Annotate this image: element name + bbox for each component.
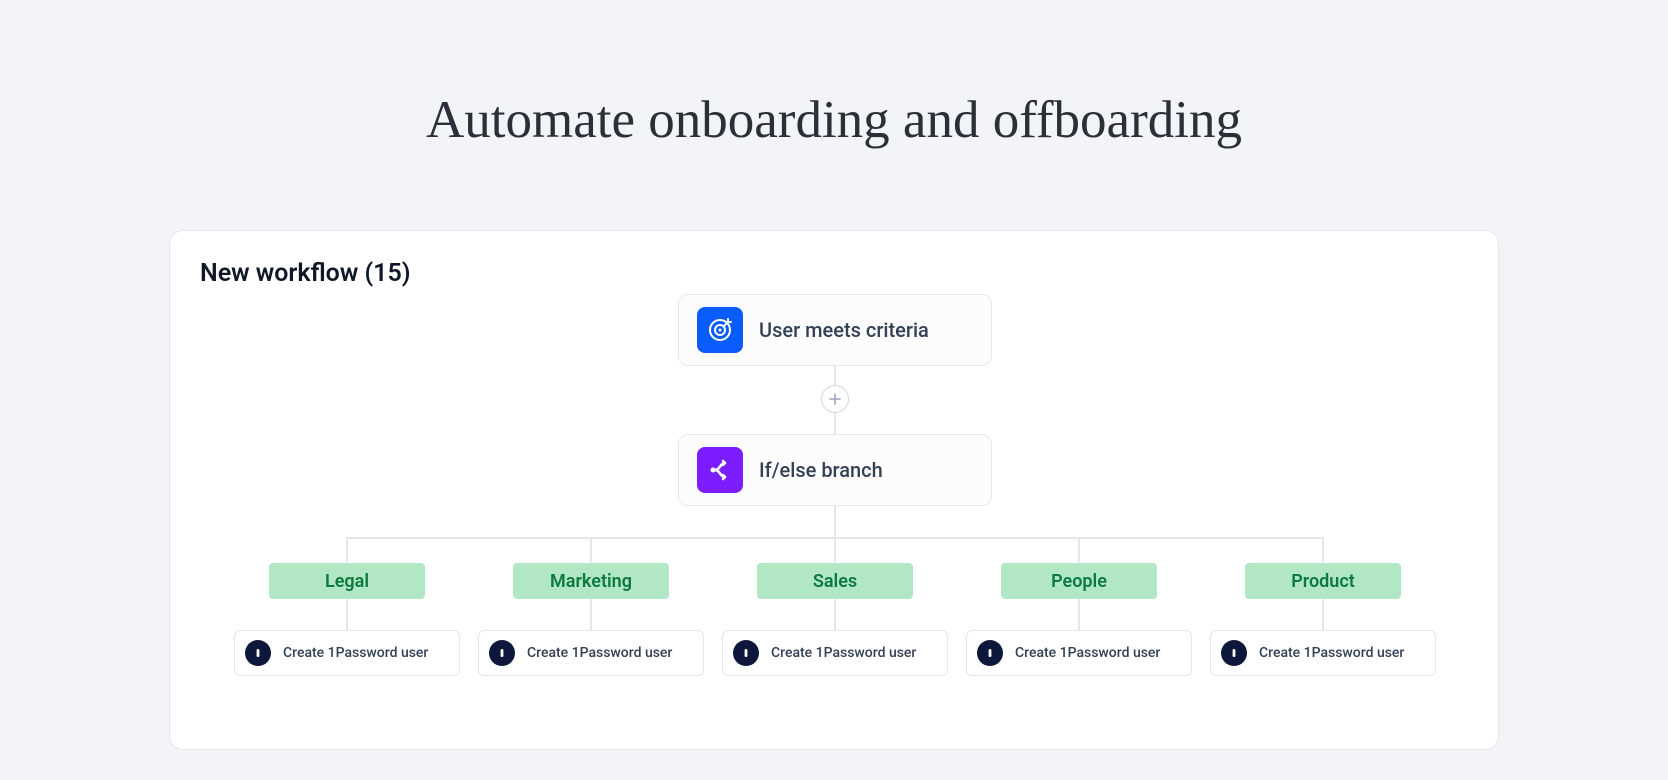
branch-pill-label: People (1051, 571, 1107, 592)
branch-label: If/else branch (759, 458, 883, 482)
onepassword-icon (977, 640, 1003, 666)
connector (834, 413, 836, 434)
onepassword-icon (1221, 640, 1247, 666)
branch-pill-sales[interactable]: Sales (757, 563, 913, 599)
trigger-label: User meets criteria (759, 318, 929, 342)
workflow-title: New workflow (15) (200, 259, 1468, 288)
connector (834, 538, 836, 563)
connector (590, 538, 592, 563)
branch-pill-product[interactable]: Product (1245, 563, 1401, 599)
branch-icon (697, 447, 743, 493)
branch-pill-legal[interactable]: Legal (269, 563, 425, 599)
connector (1078, 538, 1080, 563)
connector (834, 506, 836, 538)
page: Automate onboarding and offboarding New … (0, 0, 1668, 780)
action-label: Create 1Password user (771, 645, 916, 661)
action-label: Create 1Password user (1015, 645, 1160, 661)
branch-node[interactable]: If/else branch (678, 434, 992, 506)
connector (590, 599, 592, 630)
branch-pill-marketing[interactable]: Marketing (513, 563, 669, 599)
onepassword-icon (489, 640, 515, 666)
connector (346, 599, 348, 630)
add-step-button[interactable] (821, 385, 849, 413)
branch-pill-label: Product (1291, 571, 1355, 592)
connector (1078, 599, 1080, 630)
connector (834, 599, 836, 630)
branch-pill-people[interactable]: People (1001, 563, 1157, 599)
action-label: Create 1Password user (283, 645, 428, 661)
workflow-diagram: User meets criteria If/else branch (200, 294, 1468, 750)
action-node[interactable]: Create 1Password user (234, 630, 460, 676)
branch-pill-label: Marketing (550, 571, 632, 592)
connector (1322, 538, 1324, 563)
connector (346, 538, 348, 563)
onepassword-icon (245, 640, 271, 666)
action-node[interactable]: Create 1Password user (722, 630, 948, 676)
action-label: Create 1Password user (1259, 645, 1404, 661)
page-title: Automate onboarding and offboarding (426, 90, 1242, 150)
action-node[interactable]: Create 1Password user (1210, 630, 1436, 676)
action-node[interactable]: Create 1Password user (966, 630, 1192, 676)
branch-pill-label: Legal (325, 571, 369, 592)
workflow-card: New workflow (15) (169, 230, 1499, 750)
onepassword-icon (733, 640, 759, 666)
action-node[interactable]: Create 1Password user (478, 630, 704, 676)
target-icon (697, 307, 743, 353)
action-label: Create 1Password user (527, 645, 672, 661)
connector (1322, 599, 1324, 630)
trigger-node[interactable]: User meets criteria (678, 294, 992, 366)
branch-pill-label: Sales (813, 571, 857, 592)
connector (834, 366, 836, 385)
